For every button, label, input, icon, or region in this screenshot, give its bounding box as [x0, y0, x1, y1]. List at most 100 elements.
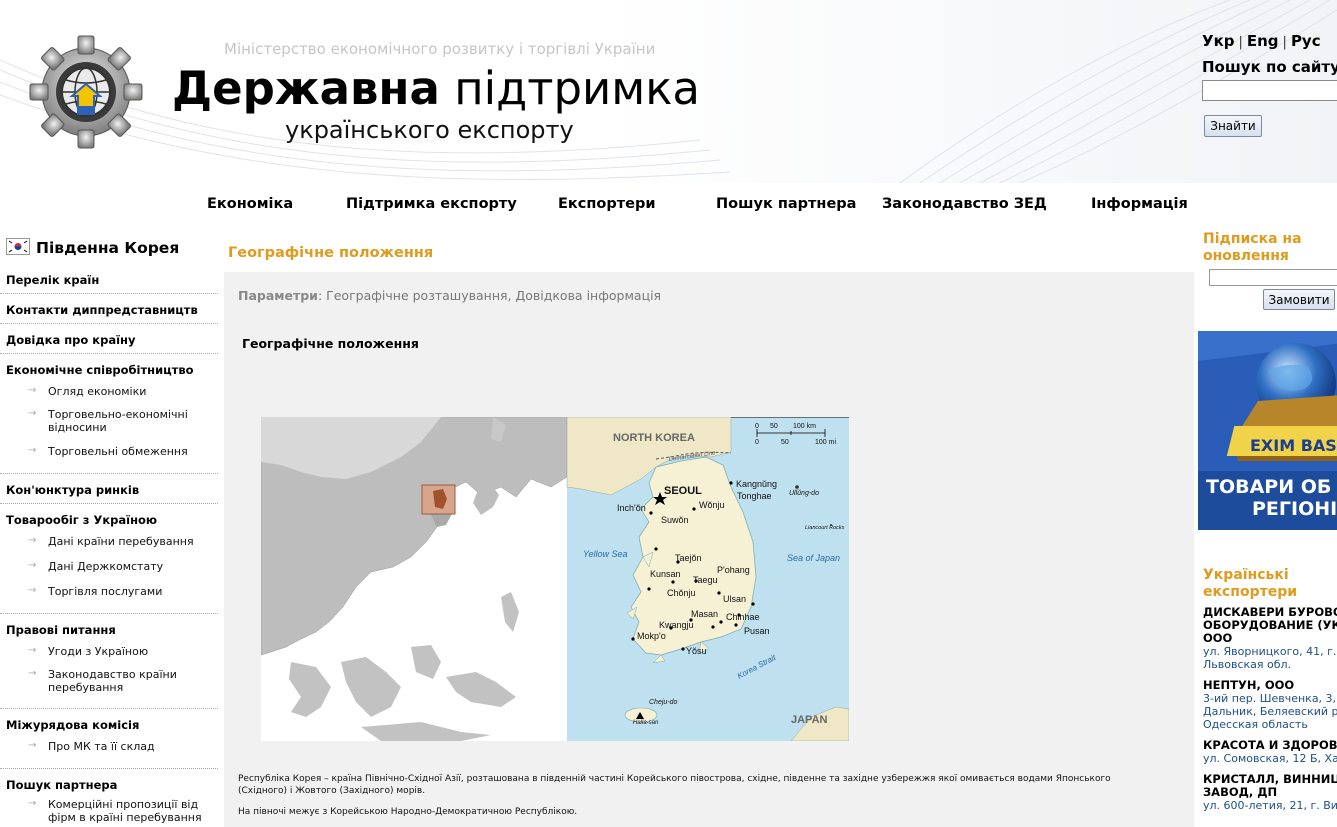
banner-line-1: ТОВАРИ ОБ [1206, 476, 1331, 498]
lang-rus-link[interactable]: Рус [1291, 32, 1321, 50]
menu-item-commercial-offers[interactable]: Комерційні пропозиції від фірм в країні … [28, 797, 214, 824]
divider [0, 503, 218, 504]
map-city: Taegu [693, 575, 718, 585]
menu-item-commission-info[interactable]: Про МК та її склад [28, 739, 214, 753]
menu-item-host-country-data[interactable]: Дані країни перебування [28, 534, 214, 548]
site-title-rest: підтримка [439, 62, 700, 115]
search-button[interactable]: Знайти [1204, 115, 1262, 137]
scale-mi-0: 0 [755, 439, 759, 446]
map-label-seoul: SEOUL [664, 485, 702, 497]
menu-item-trade-restrictions[interactable]: Торговельні обмеження [28, 444, 214, 458]
subscribe-title: Підписка на оновлення [1203, 231, 1302, 265]
exporter-name[interactable]: НЕПТУН, ООО [1203, 679, 1294, 692]
country-heading: Південна Корея [6, 238, 179, 257]
menu-partner-search[interactable]: Пошук партнера [6, 778, 117, 792]
map-city: Wŏnju [699, 500, 725, 510]
exporter-name[interactable]: ООО [1203, 632, 1232, 645]
map-city: Kwangju [659, 620, 694, 630]
menu-economic-cooperation[interactable]: Економічне співробітництво [6, 363, 194, 377]
globe-box-banner-icon: EXIM BAS ТОВАРИ ОБ РЕГІОНІ [1198, 331, 1337, 530]
language-switcher: Укр | Eng | Рус [1202, 32, 1321, 50]
lang-ukr-link[interactable]: Укр [1202, 32, 1234, 50]
lang-eng-link[interactable]: Eng [1247, 32, 1279, 50]
lang-separator: | [1282, 35, 1287, 50]
page-title: Географічне положення [228, 245, 434, 261]
menu-item-services-trade[interactable]: Торгівля послугами [28, 584, 214, 598]
menu-intergovernmental-commission[interactable]: Міжурядова комісія [6, 718, 139, 732]
map-label-sea-of-japan: Sea of Japan [787, 553, 840, 563]
korea-location-map: 0 50 100 km 0 50 100 mi NORTH KOREA Dema… [261, 417, 849, 741]
exporter-name[interactable]: ЗАВОД, ДП [1203, 786, 1277, 799]
map-label-japan: JAPAN [791, 714, 828, 726]
map-city: Tonghae [737, 491, 772, 501]
menu-market-conditions[interactable]: Кон'юнктура ринків [6, 483, 139, 497]
menu-item-country-legislation[interactable]: Законодавство країни перебування [28, 667, 214, 694]
scale-km-100: 100 km [793, 423, 816, 430]
menu-trade-with-ukraine[interactable]: Товарообіг з Україною [6, 513, 157, 527]
map-city: Suwŏn [661, 515, 689, 525]
scale-km-50: 50 [770, 423, 778, 430]
scale-mi-100: 100 mi [815, 439, 836, 446]
nav-export-support[interactable]: Підтримка експорту [346, 196, 517, 212]
search-input[interactable] [1202, 80, 1337, 101]
site-header: Міністерство економічного розвитку і тор… [0, 0, 1337, 183]
divider [0, 613, 218, 614]
menu-item-economy-overview[interactable]: Огляд економіки [28, 384, 214, 398]
country-name: Південна Корея [36, 239, 180, 257]
map-city: Ulsan [723, 594, 746, 604]
eximbase-banner[interactable]: EXIM BAS ТОВАРИ ОБ РЕГІОНІ [1198, 331, 1337, 530]
exporter-address: ул. Сомовская, 12 Б, Ха [1203, 752, 1337, 765]
ministry-name: Міністерство економічного розвитку і тор… [224, 40, 656, 58]
menu-item-agreements[interactable]: Угоди з Україною [28, 644, 214, 658]
parameters-line: Параметри: Географічне розташування, Дов… [238, 288, 661, 303]
main-content: Параметри: Географічне розташування, Дов… [224, 272, 1194, 827]
map-city: Kunsan [650, 569, 681, 579]
map-city: Taejŏn [675, 553, 702, 563]
exporter-address: ул. 600-летия, 21, г. Ви [1203, 799, 1337, 812]
nav-exporters[interactable]: Експортери [558, 196, 655, 212]
south-korea-flag-icon [6, 238, 30, 255]
left-sidebar: Південна Корея Перелік країн Контакти ди… [0, 230, 220, 827]
map-label-yellow-sea: Yellow Sea [583, 549, 628, 559]
menu-country-list[interactable]: Перелік країн [6, 273, 99, 287]
subscribe-email-input[interactable] [1209, 269, 1337, 286]
menu-item-trade-relations[interactable]: Торговельно-економічні відносини [28, 407, 214, 434]
map-city: Chinhae [726, 612, 760, 622]
map-label-ulleung: Ullŭng-do [789, 490, 819, 497]
map-label-liancourt: Liancourt Rocks [805, 525, 845, 531]
nav-economy[interactable]: Економіка [207, 196, 293, 212]
subscribe-button[interactable]: Замовити [1263, 289, 1335, 310]
map-label-north-korea: NORTH KOREA [613, 432, 695, 444]
subscribe-title-line: Підписка на [1203, 231, 1302, 247]
exporter-address: ул. Яворницкого, 41, г. [1203, 645, 1337, 658]
exporters-title-line: Українські [1203, 567, 1289, 583]
description-paragraph-1: Республіка Корея – країна Північно-Східн… [238, 774, 1111, 796]
menu-legal-issues[interactable]: Правові питання [6, 623, 116, 637]
divider [0, 708, 218, 709]
site-title-bold: Державна [172, 62, 440, 115]
nav-legislation[interactable]: Законодавство ЗЕД [882, 196, 1047, 212]
section-title: Географічне положення [242, 336, 419, 351]
main-nav: Економіка Підтримка експорту Експортери … [0, 196, 1200, 218]
exporters-title: Українські експортери [1203, 567, 1297, 601]
menu-country-reference[interactable]: Довідка про країну [6, 333, 135, 347]
map-city: P'ohang [717, 565, 750, 575]
scale-km-0: 0 [755, 423, 759, 430]
map-city: Masan [691, 609, 718, 619]
exporter-name[interactable]: КРАСОТА И ЗДОРОВЬ [1203, 739, 1337, 752]
map-label-cheju: Cheju-do [649, 699, 678, 706]
nav-information[interactable]: Інформація [1091, 196, 1188, 212]
scale-mi-50: 50 [781, 439, 789, 446]
map-city: Mokp'o [637, 631, 666, 641]
lang-separator: | [1238, 35, 1243, 50]
search-label: Пошук по сайту [1202, 58, 1337, 76]
gear-globe-logo-icon[interactable] [28, 34, 144, 150]
site-title[interactable]: Державна підтримка [172, 62, 700, 116]
divider [0, 473, 218, 474]
map-city: Pusan [744, 626, 770, 636]
divider [0, 323, 218, 324]
menu-diplomatic-contacts[interactable]: Контакти диппредставництв [6, 303, 198, 317]
exporter-address: Одесская область [1203, 718, 1308, 731]
menu-item-state-statistics[interactable]: Дані Держкомстату [28, 559, 214, 573]
nav-partner-search[interactable]: Пошук партнера [716, 196, 856, 212]
